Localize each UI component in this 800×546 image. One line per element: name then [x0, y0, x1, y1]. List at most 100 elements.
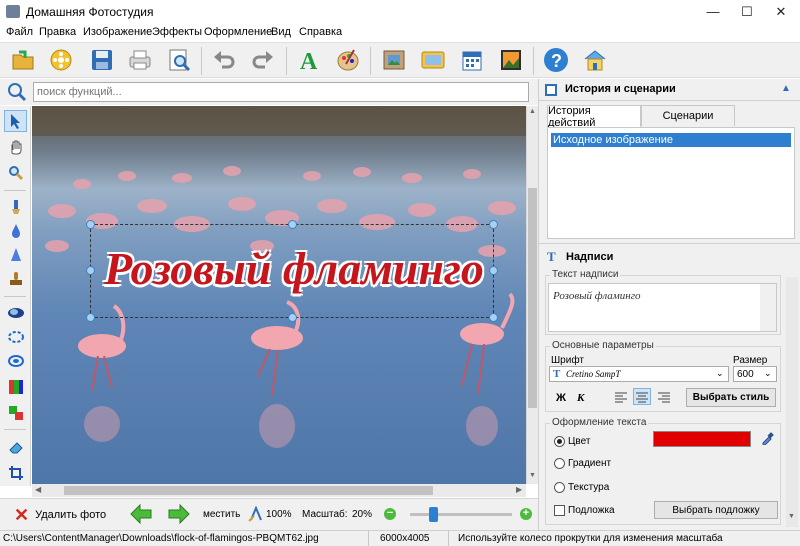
postcard-icon[interactable]: [419, 46, 447, 74]
tools-sidebar: [0, 106, 31, 486]
align-center-icon[interactable]: [633, 388, 651, 405]
stamp-tool-icon[interactable]: [4, 268, 27, 290]
menu-view[interactable]: Вид: [271, 26, 291, 38]
chevron-down-icon: ⌄: [716, 368, 724, 378]
search-input[interactable]: [33, 82, 529, 102]
menu-effects[interactable]: Эффекты: [152, 26, 202, 38]
caption-text-input[interactable]: Розовый фламинго: [548, 283, 777, 332]
color-option-label: Цвет: [568, 436, 591, 447]
calendar-icon[interactable]: [458, 46, 486, 74]
bold-button[interactable]: Ж: [556, 392, 566, 404]
horizontal-scrollbar[interactable]: ◀ ▶: [32, 484, 526, 497]
menu-edit[interactable]: Правка: [39, 26, 76, 38]
next-arrow-icon[interactable]: [168, 503, 190, 527]
redo-icon[interactable]: [249, 46, 277, 74]
zoom-out-icon[interactable]: −: [384, 508, 396, 520]
prev-arrow-icon[interactable]: [130, 503, 152, 527]
gradient-radio[interactable]: [554, 458, 565, 469]
tab-scenarios[interactable]: Сценарии: [641, 105, 735, 126]
save-disk-icon[interactable]: [88, 46, 116, 74]
help-icon[interactable]: ?: [542, 46, 570, 74]
frame-icon[interactable]: [380, 46, 408, 74]
color-radio[interactable]: [554, 436, 565, 447]
menu-image[interactable]: Изображение: [83, 26, 152, 38]
zoom-100-button[interactable]: 100%: [266, 509, 292, 520]
ellipse-select-icon[interactable]: [4, 326, 27, 348]
texture-radio[interactable]: [554, 482, 565, 493]
maximize-button[interactable]: ☐: [730, 0, 764, 24]
svg-text:?: ?: [551, 51, 562, 71]
history-panel-title: История и сценарии: [565, 83, 676, 95]
align-left-icon[interactable]: [614, 390, 628, 407]
palette-icon[interactable]: [334, 46, 362, 74]
canvas-caption-text[interactable]: Розовый фламинго: [94, 230, 494, 310]
zoom-slider-thumb[interactable]: [428, 507, 438, 522]
undo-icon[interactable]: [210, 46, 238, 74]
delete-x-icon: ✕: [14, 505, 30, 525]
preview-zoom-icon[interactable]: [165, 46, 193, 74]
blur-drop-tool-icon[interactable]: [4, 220, 27, 242]
crop-tool-icon[interactable]: [4, 462, 27, 484]
menu-design[interactable]: Оформление: [204, 26, 272, 38]
align-right-icon[interactable]: [657, 390, 671, 407]
text-color-swatch[interactable]: [653, 431, 751, 447]
fit-button[interactable]: местить: [203, 509, 240, 520]
text-design-group-label: Оформление текста: [550, 417, 649, 428]
eraser-tool-icon[interactable]: [4, 436, 27, 458]
pointer-tool-icon[interactable]: [4, 110, 27, 132]
size-select[interactable]: 600 ⌄: [733, 366, 777, 382]
replace-color-icon[interactable]: [4, 402, 27, 424]
print-icon[interactable]: [126, 46, 154, 74]
lasso-select-icon[interactable]: [4, 350, 27, 372]
choose-backing-button[interactable]: Выбрать подложку: [654, 501, 778, 519]
tab-history[interactable]: История действий: [547, 105, 641, 129]
zoom-slider[interactable]: [410, 507, 512, 522]
history-list-item[interactable]: Исходное изображение: [551, 133, 791, 147]
bottom-toolbar: ✕ Удалить фото местить 100% Масштаб: 20%…: [0, 498, 538, 530]
film-reel-icon[interactable]: [47, 46, 75, 74]
resize-handle[interactable]: [86, 313, 95, 322]
actual-size-icon[interactable]: [248, 505, 264, 525]
vertical-scroll-thumb[interactable]: [528, 188, 537, 408]
color-channels-icon[interactable]: [4, 376, 27, 398]
hand-tool-icon[interactable]: [4, 136, 27, 158]
delete-photo-button[interactable]: ✕ Удалить фото: [14, 505, 110, 525]
home-icon[interactable]: [581, 46, 609, 74]
captions-panel-title: Надписи: [566, 251, 614, 263]
font-select[interactable]: T Cretino SampT ⌄: [549, 366, 729, 382]
text-A-icon[interactable]: A: [295, 46, 323, 74]
size-select-value: 600: [737, 369, 754, 380]
menu-help[interactable]: Справка: [299, 26, 342, 38]
collage-icon[interactable]: [497, 46, 525, 74]
brush-tool-icon[interactable]: [4, 196, 27, 218]
close-button[interactable]: ✕: [764, 0, 798, 24]
history-list: Исходное изображение: [547, 127, 795, 239]
toolbar: A ?: [0, 42, 800, 78]
eyedropper-icon[interactable]: [761, 431, 775, 448]
menu-file[interactable]: Файл: [6, 26, 33, 38]
zoom-tool-icon[interactable]: [4, 162, 27, 184]
vertical-scrollbar[interactable]: ▲ ▼: [526, 106, 538, 484]
image-dimensions: 6000x4005: [380, 533, 430, 544]
horizontal-scroll-thumb[interactable]: [64, 486, 433, 495]
collapse-panel-icon[interactable]: ▲: [781, 83, 791, 94]
resize-handle[interactable]: [489, 220, 498, 229]
font-label: Шрифт: [551, 355, 584, 366]
photo-canvas[interactable]: Розовый фламинго: [32, 106, 526, 484]
backing-checkbox[interactable]: [554, 505, 565, 516]
minimize-button[interactable]: —: [696, 0, 730, 24]
resize-handle[interactable]: [288, 220, 297, 229]
panel-scrollbar[interactable]: ▼: [786, 277, 798, 527]
italic-button[interactable]: К: [577, 392, 584, 404]
resize-handle[interactable]: [86, 220, 95, 229]
sharpen-tool-icon[interactable]: [4, 244, 27, 266]
choose-style-button[interactable]: Выбрать стиль: [686, 388, 776, 407]
resize-handle[interactable]: [288, 313, 297, 322]
caption-text-scrollbar[interactable]: [760, 284, 776, 331]
svg-text:A: A: [300, 49, 318, 72]
rectangle-select-icon[interactable]: [4, 302, 27, 324]
zoom-in-icon[interactable]: +: [520, 508, 532, 520]
texture-option-label: Текстура: [568, 482, 610, 493]
resize-handle[interactable]: [489, 313, 498, 322]
open-folder-icon[interactable]: [9, 46, 37, 74]
